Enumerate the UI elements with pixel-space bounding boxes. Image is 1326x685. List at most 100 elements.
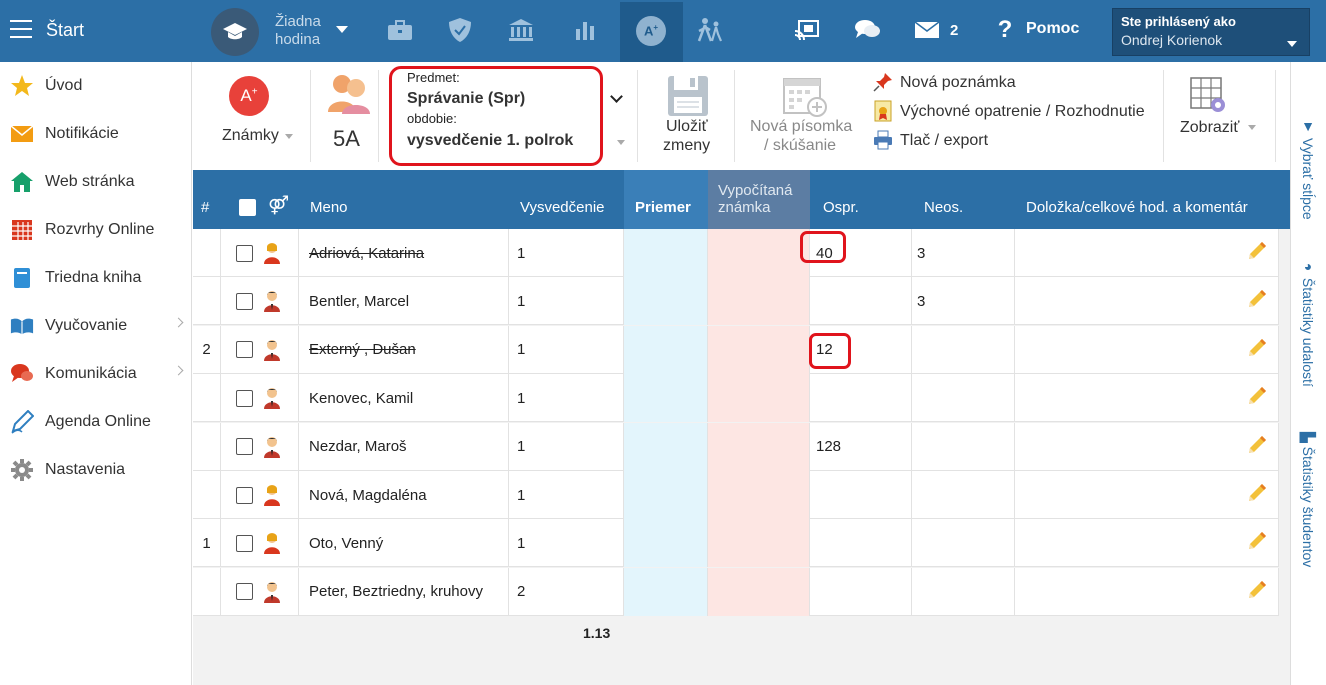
excused-cell[interactable] — [810, 277, 912, 326]
row-checkbox[interactable] — [236, 341, 253, 359]
briefcase-icon[interactable] — [384, 14, 416, 46]
pencil-icon[interactable] — [1246, 579, 1268, 605]
comment-cell[interactable] — [1015, 471, 1279, 519]
unexcused-cell[interactable]: 3 — [912, 277, 1015, 326]
sidebar-item-web-stranka[interactable]: Web stránka — [0, 162, 192, 202]
table-row[interactable]: 2 Externý , Dušan 1 12 — [193, 325, 1279, 374]
sidebar-item-agenda-online[interactable]: Agenda Online — [0, 402, 192, 442]
comment-cell[interactable] — [1015, 567, 1279, 616]
header-computed-grade[interactable]: Vypočítaná známka — [708, 170, 810, 229]
header-comment[interactable]: Doložka/celkové hod. a komentár — [1026, 170, 1248, 229]
report-grade-cell[interactable]: 1 — [509, 422, 624, 471]
excused-cell[interactable]: 128 — [810, 422, 912, 471]
row-checkbox[interactable] — [236, 389, 253, 407]
select-all-checkbox[interactable] — [239, 170, 256, 229]
lesson-selector[interactable]: Žiadna hodina — [275, 13, 321, 49]
table-row[interactable]: Bentler, Marcel 1 3 — [193, 277, 1279, 326]
shield-icon[interactable] — [444, 14, 476, 46]
header-unexcused[interactable]: Neos. — [924, 170, 963, 229]
select-columns-link[interactable]: ▼ Vybrať stĺpce — [1300, 118, 1316, 220]
table-row[interactable]: Kenovec, Kamil 1 — [193, 374, 1279, 423]
pencil-icon[interactable] — [1246, 337, 1268, 363]
sidebar-item-vyucovanie[interactable]: Vyučovanie — [0, 306, 192, 346]
pencil-icon[interactable] — [1246, 482, 1268, 508]
student-name[interactable]: Bentler, Marcel — [299, 277, 509, 326]
hamburger-menu-icon[interactable] — [10, 20, 32, 38]
question-mark-icon[interactable]: ? — [990, 14, 1020, 46]
grid-settings-icon[interactable] — [1189, 76, 1229, 120]
chevron-down-icon[interactable] — [336, 26, 348, 33]
pencil-icon[interactable] — [1246, 530, 1268, 556]
student-name[interactable]: Kenovec, Kamil — [299, 374, 509, 423]
student-name[interactable]: Externý , Dušan — [299, 325, 509, 374]
measure-decision-link[interactable]: Výchovné opatrenie / Rozhodnutie — [900, 103, 1145, 121]
row-checkbox[interactable] — [236, 438, 253, 456]
pencil-icon[interactable] — [1246, 288, 1268, 314]
sidebar-item-komunikacia[interactable]: Komunikácia — [0, 354, 192, 394]
header-name[interactable]: Meno — [310, 170, 348, 229]
user-menu[interactable]: Ste prihlásený ako Ondrej Korienok — [1112, 8, 1310, 56]
pencil-icon[interactable] — [1246, 434, 1268, 460]
unexcused-cell[interactable] — [912, 471, 1015, 519]
table-row[interactable]: 1 Oto, Venný 1 — [193, 519, 1279, 568]
unexcused-cell[interactable] — [912, 567, 1015, 616]
row-checkbox[interactable] — [236, 292, 253, 310]
unexcused-cell[interactable] — [912, 519, 1015, 568]
event-statistics-link[interactable]: ◕ Štatistiky udalostí — [1300, 258, 1316, 387]
unexcused-cell[interactable] — [912, 374, 1015, 423]
student-name[interactable]: Nezdar, Maroš — [299, 422, 509, 471]
pencil-icon[interactable] — [1246, 385, 1268, 411]
student-name[interactable]: Oto, Venný — [299, 519, 509, 568]
chat-bubbles-icon[interactable] — [852, 14, 884, 46]
print-export-link[interactable]: Tlač / export — [900, 132, 988, 150]
save-button-line2[interactable]: zmeny — [663, 137, 710, 155]
student-name[interactable]: Peter, Beztriedny, kruhovy — [299, 567, 509, 616]
bar-chart-icon[interactable] — [569, 14, 601, 46]
help-link[interactable]: Pomoc — [1026, 20, 1079, 38]
envelope-icon[interactable] — [911, 14, 943, 46]
report-grade-cell[interactable]: 1 — [509, 325, 624, 374]
students-group-icon[interactable] — [326, 72, 374, 118]
comment-cell[interactable] — [1015, 229, 1279, 277]
grades-dropdown[interactable]: Známky — [222, 127, 279, 145]
grades-tab-active[interactable]: A+ — [620, 2, 683, 62]
graduation-cap-icon[interactable] — [211, 8, 259, 56]
row-checkbox[interactable] — [236, 534, 253, 552]
unexcused-cell[interactable] — [912, 422, 1015, 471]
row-checkbox[interactable] — [236, 583, 253, 601]
table-row[interactable]: Nezdar, Maroš 1 128 — [193, 422, 1279, 471]
row-checkbox[interactable] — [236, 486, 253, 504]
table-row[interactable]: Peter, Beztriedny, kruhovy 2 — [193, 567, 1279, 616]
comment-cell[interactable] — [1015, 422, 1279, 471]
excused-cell[interactable] — [810, 519, 912, 568]
unexcused-cell[interactable]: 3 — [912, 229, 1015, 277]
header-average[interactable]: Priemer — [624, 170, 708, 229]
comment-cell[interactable] — [1015, 325, 1279, 374]
header-excused[interactable]: Ospr. — [823, 170, 859, 229]
report-grade-cell[interactable]: 1 — [509, 519, 624, 568]
new-test-button-line2[interactable]: / skúšanie — [764, 137, 836, 155]
table-row[interactable]: Nová, Magdaléna 1 — [193, 471, 1279, 519]
start-link[interactable]: Štart — [46, 20, 84, 41]
sidebar-item-triedna-kniha[interactable]: Triedna kniha — [0, 258, 192, 298]
table-row[interactable]: Adriová, Katarina 1 40 3 — [193, 229, 1279, 277]
header-report[interactable]: Vysvedčenie — [520, 170, 605, 229]
new-note-link[interactable]: Nová poznámka — [900, 74, 1016, 92]
student-name[interactable]: Adriová, Katarina — [299, 229, 509, 277]
excused-cell[interactable] — [810, 567, 912, 616]
calendar-add-icon[interactable] — [782, 74, 828, 122]
report-grade-cell[interactable]: 2 — [509, 567, 624, 616]
report-grade-cell[interactable]: 1 — [509, 229, 624, 277]
unexcused-cell[interactable] — [912, 325, 1015, 374]
new-test-button[interactable]: Nová písomka — [750, 118, 852, 136]
student-statistics-link[interactable]: ▙ Štatistiky študentov — [1300, 432, 1316, 567]
student-name[interactable]: Nová, Magdaléna — [299, 471, 509, 519]
comment-cell[interactable] — [1015, 374, 1279, 423]
grade-a-plus-icon[interactable]: A+ — [229, 76, 269, 116]
report-grade-cell[interactable]: 1 — [509, 374, 624, 423]
excused-cell[interactable] — [810, 374, 912, 423]
floppy-disk-icon[interactable] — [667, 75, 709, 121]
row-checkbox[interactable] — [236, 244, 253, 262]
sidebar-item-nastavenia[interactable]: Nastavenia — [0, 450, 192, 490]
show-dropdown[interactable]: Zobraziť — [1180, 119, 1239, 137]
